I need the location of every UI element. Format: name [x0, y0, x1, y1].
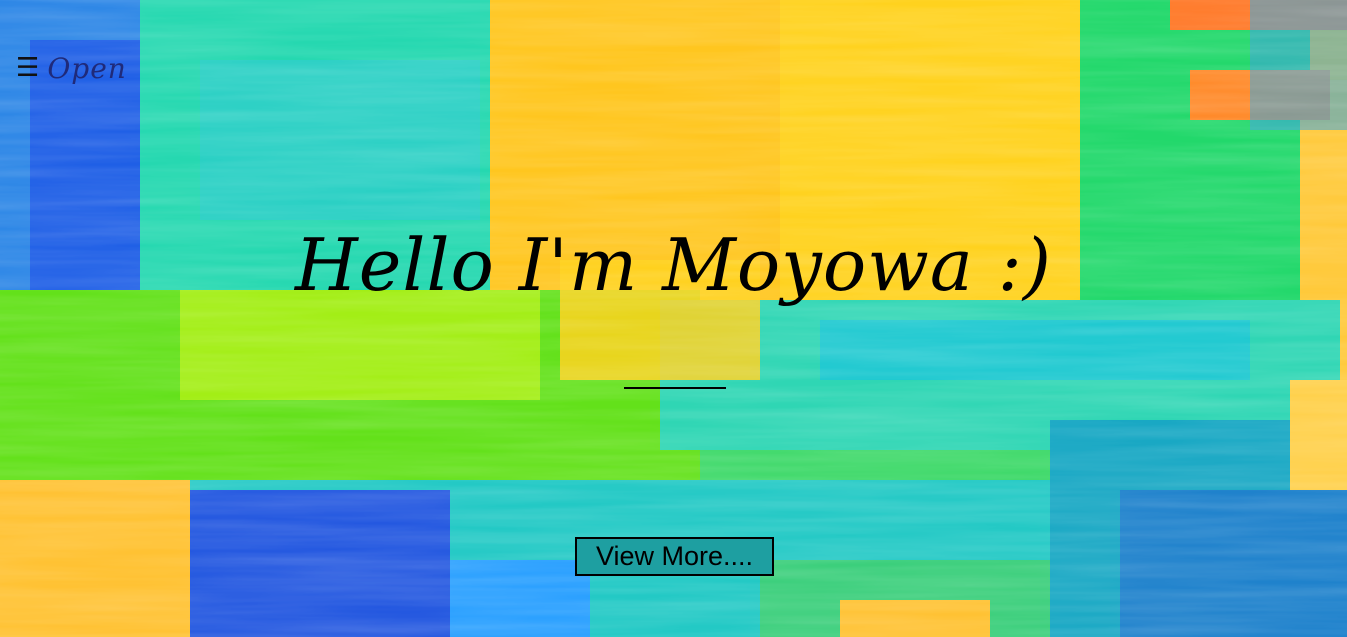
hamburger-icon: ☰: [16, 53, 40, 83]
hero-section: ☰ Open Hello I'm Moyowa :) View More....: [0, 0, 1347, 637]
open-menu-button[interactable]: ☰ Open: [16, 48, 127, 88]
hero-headline: Hello I'm Moyowa :): [295, 223, 1052, 307]
open-menu-label: Open: [47, 51, 127, 85]
headline-divider: [624, 387, 726, 389]
view-more-button[interactable]: View More....: [575, 537, 774, 576]
